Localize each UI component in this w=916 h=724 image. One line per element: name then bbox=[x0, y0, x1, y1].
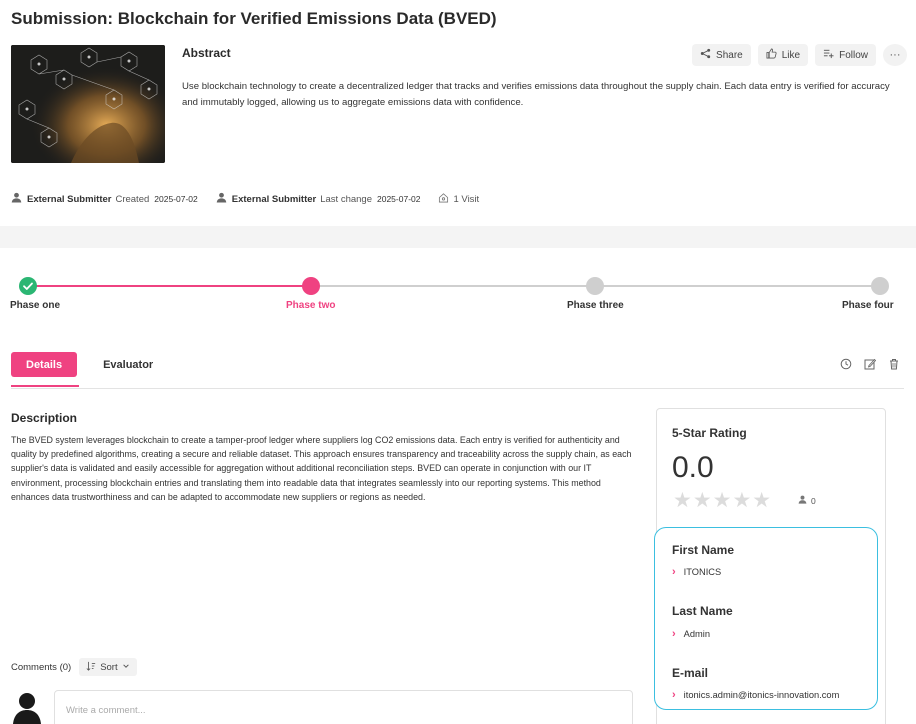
submission-meta: External Submitter Created 2025-07-02 Ex… bbox=[11, 192, 479, 206]
trash-icon[interactable] bbox=[888, 357, 900, 375]
check-icon bbox=[23, 282, 33, 290]
email-label: E-mail bbox=[672, 666, 709, 680]
follow-button[interactable]: Follow bbox=[815, 44, 876, 66]
comments-count: Comments (0) bbox=[11, 661, 72, 673]
phase-one-label[interactable]: Phase one bbox=[10, 300, 60, 311]
visit-icon bbox=[438, 192, 449, 206]
sort-label: Sort bbox=[100, 661, 118, 673]
tab-details[interactable]: Details bbox=[11, 352, 78, 377]
page-title: Submission: Blockchain for Verified Emis… bbox=[11, 9, 497, 28]
phase-four-label[interactable]: Phase four bbox=[842, 300, 894, 311]
user-icon bbox=[798, 495, 807, 506]
timeline-segment-done bbox=[28, 285, 311, 287]
more-options-button[interactable]: ··· bbox=[883, 44, 907, 66]
follow-icon bbox=[823, 48, 834, 62]
like-label: Like bbox=[781, 49, 801, 61]
rating-title: 5-Star Rating bbox=[672, 426, 747, 440]
avatar bbox=[11, 690, 43, 724]
phase-two-label[interactable]: Phase two bbox=[286, 300, 335, 311]
sort-button[interactable]: Sort bbox=[79, 658, 137, 676]
tabs-divider bbox=[11, 388, 904, 389]
active-tab-indicator bbox=[11, 385, 79, 387]
tab-tools bbox=[840, 357, 900, 375]
description-text: The BVED system leverages blockchain to … bbox=[11, 435, 632, 502]
share-button[interactable]: Share bbox=[692, 44, 751, 66]
follow-label: Follow bbox=[839, 49, 868, 61]
created-date: 2025-07-02 bbox=[154, 194, 198, 204]
email-value: › itonics.admin@itonics-innovation.com bbox=[672, 689, 839, 701]
rating-count: 0 bbox=[798, 495, 816, 506]
star-rating-input[interactable]: ★★★★★ bbox=[673, 488, 772, 513]
sort-icon bbox=[86, 661, 96, 674]
share-icon bbox=[700, 48, 711, 62]
phase-three-node[interactable] bbox=[586, 277, 604, 295]
chevron-right-icon: › bbox=[672, 566, 676, 578]
email-text[interactable]: itonics.admin@itonics-innovation.com bbox=[684, 690, 840, 700]
chevron-down-icon bbox=[122, 662, 130, 673]
first-name-text: ITONICS bbox=[683, 567, 722, 577]
first-name-value: › ITONICS bbox=[672, 566, 721, 578]
edit-icon[interactable] bbox=[864, 357, 877, 375]
phase-three-label[interactable]: Phase three bbox=[567, 300, 624, 311]
visit-count: 1 Visit bbox=[453, 193, 480, 205]
chevron-right-icon: › bbox=[672, 628, 676, 640]
comments-bar: Comments (0) Sort bbox=[11, 658, 137, 676]
share-label: Share bbox=[716, 49, 743, 61]
phase-two-node[interactable] bbox=[302, 277, 320, 295]
submission-image bbox=[11, 45, 165, 163]
first-name-label: First Name bbox=[672, 543, 735, 557]
last-name-label: Last Name bbox=[672, 604, 733, 618]
modifier-name[interactable]: External Submitter bbox=[232, 194, 316, 205]
history-icon[interactable] bbox=[840, 357, 852, 375]
last-change-date: 2025-07-02 bbox=[377, 194, 421, 204]
section-divider bbox=[0, 226, 916, 248]
rating-value: 0.0 bbox=[672, 451, 714, 484]
action-bar: Share Like Follow ··· bbox=[692, 44, 907, 66]
last-name-value: › Admin bbox=[672, 628, 710, 640]
comment-input[interactable] bbox=[54, 690, 633, 724]
created-label: Created bbox=[115, 193, 150, 205]
abstract-label: Abstract bbox=[182, 46, 231, 60]
last-change-label: Last change bbox=[320, 193, 372, 205]
thumbs-up-icon bbox=[766, 48, 777, 62]
phase-timeline: Phase one Phase two Phase three Phase fo… bbox=[0, 248, 916, 328]
chevron-right-icon: › bbox=[672, 689, 676, 701]
abstract-text: Use blockchain technology to create a de… bbox=[182, 81, 890, 108]
phase-four-node[interactable] bbox=[871, 277, 889, 295]
tab-evaluator[interactable]: Evaluator bbox=[103, 359, 153, 371]
phase-one-node[interactable] bbox=[19, 277, 37, 295]
creator-name[interactable]: External Submitter bbox=[27, 194, 111, 205]
description-title: Description bbox=[11, 411, 78, 425]
last-name-text: Admin bbox=[683, 629, 711, 639]
detail-tabs: Details Evaluator bbox=[11, 352, 153, 377]
rating-count-value: 0 bbox=[811, 495, 816, 506]
like-button[interactable]: Like bbox=[757, 44, 809, 66]
user-icon bbox=[216, 192, 227, 206]
user-icon bbox=[11, 192, 22, 206]
